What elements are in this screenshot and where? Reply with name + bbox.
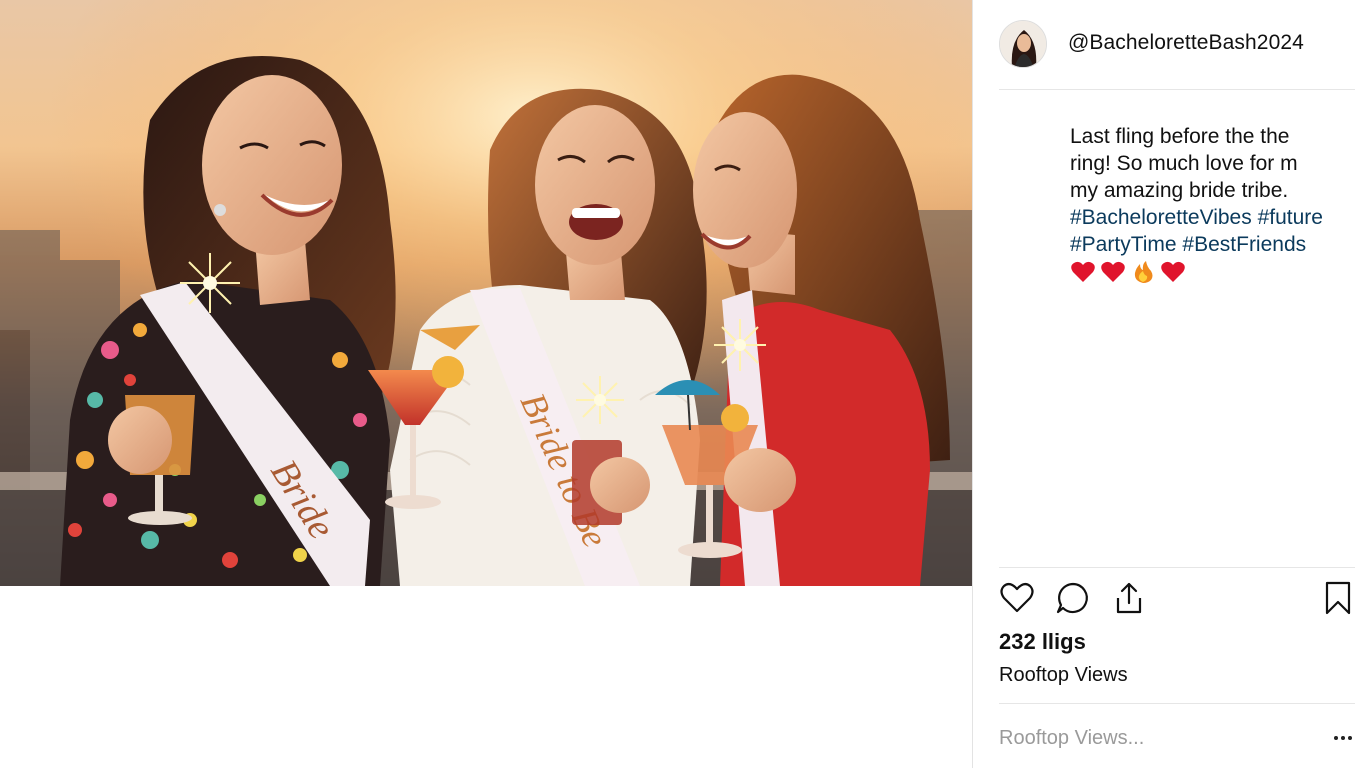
- divider: [999, 703, 1355, 704]
- comment-button[interactable]: [1055, 580, 1091, 616]
- emoji-row: [1070, 260, 1345, 284]
- post-caption: Last fling before the the ring! So much …: [1070, 123, 1345, 284]
- divider: [999, 89, 1355, 90]
- post-actions: [999, 580, 1356, 618]
- post-header: @BacheloretteBash2024: [973, 0, 1365, 90]
- post-side-panel: @BacheloretteBash2024 Last fling before …: [972, 0, 1365, 768]
- caption-line: my amazing bride tribe.: [1070, 179, 1289, 202]
- caption-line: Last fling before the the: [1070, 125, 1290, 148]
- fire-icon: [1134, 261, 1153, 283]
- bookmark-icon: [1325, 581, 1351, 615]
- avatar[interactable]: [999, 20, 1047, 68]
- more-options-button[interactable]: [1328, 726, 1358, 750]
- red-heart-icon: [1101, 261, 1125, 282]
- comment-input[interactable]: [999, 724, 1299, 752]
- post-username[interactable]: @BacheloretteBash2024: [1068, 31, 1304, 55]
- speech-bubble-icon: [1056, 582, 1088, 614]
- post-location[interactable]: Rooftop Views: [999, 664, 1128, 687]
- share-upload-icon: [1116, 582, 1142, 614]
- more-horizontal-icon: [1341, 736, 1345, 740]
- hashtag-line[interactable]: #PartyTime #BestFriends: [1070, 231, 1345, 258]
- photo-pane: Bride Bride to Be: [0, 0, 972, 768]
- more-horizontal-icon: [1334, 736, 1338, 740]
- red-heart-icon: [1071, 261, 1095, 282]
- red-heart-icon: [1161, 261, 1185, 282]
- likes-count[interactable]: 232 lligs: [999, 629, 1086, 655]
- post-photo[interactable]: Bride Bride to Be: [0, 0, 972, 586]
- divider: [999, 567, 1355, 568]
- like-button[interactable]: [999, 580, 1035, 616]
- more-horizontal-icon: [1348, 736, 1352, 740]
- save-button[interactable]: [1320, 580, 1356, 616]
- hashtag-line[interactable]: #BacheloretteVibes #future: [1070, 204, 1345, 231]
- share-button[interactable]: [1111, 580, 1147, 616]
- heart-outline-icon: [1000, 582, 1034, 613]
- caption-line: ring! So much love for m: [1070, 152, 1298, 175]
